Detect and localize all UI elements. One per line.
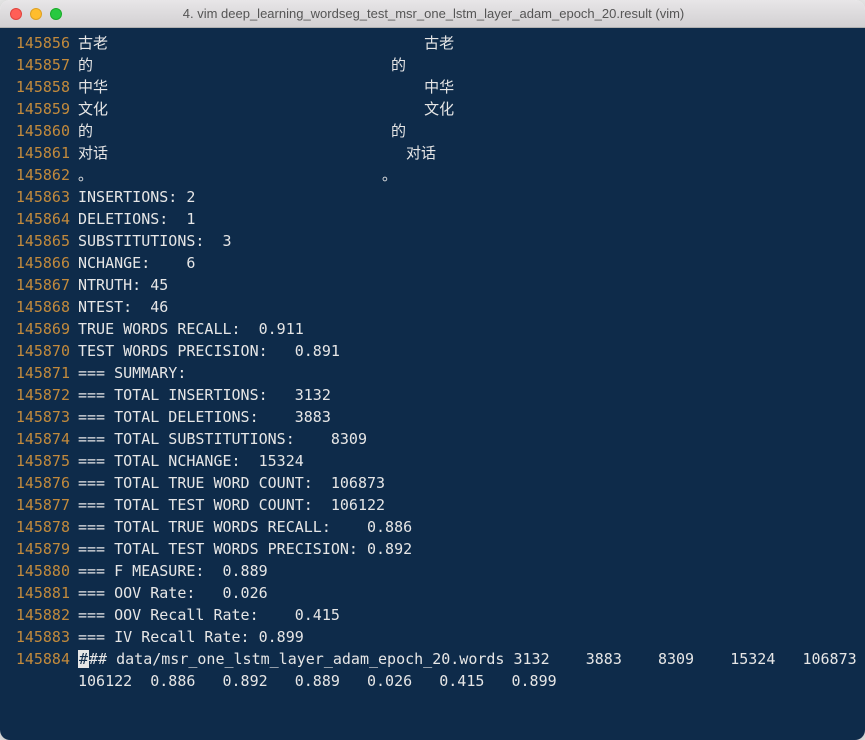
line-content: NCHANGE: 6 [78, 252, 857, 274]
line-number: 145859 [8, 98, 70, 120]
terminal-row: 145868 NTEST: 46 [8, 296, 857, 318]
terminal-row: 145874 === TOTAL SUBSTITUTIONS: 8309 [8, 428, 857, 450]
line-text: ## data/msr_one_lstm_layer_adam_epoch_20… [78, 650, 865, 690]
terminal-row: 145859 文化 文化 [8, 98, 857, 120]
line-number: 145868 [8, 296, 70, 318]
line-content: === TOTAL TRUE WORD COUNT: 106873 [78, 472, 857, 494]
line-number: 145874 [8, 428, 70, 450]
line-content: SUBSTITUTIONS: 3 [78, 230, 857, 252]
terminal-row: 145869 TRUE WORDS RECALL: 0.911 [8, 318, 857, 340]
line-number: 145884 [8, 648, 70, 692]
line-content: NTEST: 46 [78, 296, 857, 318]
terminal-row: 145866 NCHANGE: 6 [8, 252, 857, 274]
terminal-row: 145867 NTRUTH: 45 [8, 274, 857, 296]
terminal-row: 145879 === TOTAL TEST WORDS PRECISION: 0.… [8, 538, 857, 560]
line-content: DELETIONS: 1 [78, 208, 857, 230]
line-number: 145860 [8, 120, 70, 142]
terminal-row: 145860 的 的 [8, 120, 857, 142]
terminal-row: 145862 。 。 [8, 164, 857, 186]
line-content: 中华 中华 [78, 76, 857, 98]
line-content: === SUMMARY: [78, 362, 857, 384]
terminal-row: 145872 === TOTAL INSERTIONS: 3132 [8, 384, 857, 406]
cursor: # [78, 650, 89, 668]
line-content: 的 的 [78, 120, 857, 142]
line-content: === OOV Recall Rate: 0.415 [78, 604, 857, 626]
line-content: ### data/msr_one_lstm_layer_adam_epoch_2… [78, 648, 857, 692]
terminal-row: 145857 的 的 [8, 54, 857, 76]
line-number: 145876 [8, 472, 70, 494]
terminal-row: 145881 === OOV Rate: 0.026 [8, 582, 857, 604]
line-content: === TOTAL TEST WORDS PRECISION: 0.892 [78, 538, 857, 560]
line-number: 145881 [8, 582, 70, 604]
terminal-row: 145873 === TOTAL DELETIONS: 3883 [8, 406, 857, 428]
line-number: 145862 [8, 164, 70, 186]
terminal-row: 145878 === TOTAL TRUE WORDS RECALL: 0.886 [8, 516, 857, 538]
line-number: 145857 [8, 54, 70, 76]
line-number: 145877 [8, 494, 70, 516]
line-number: 145863 [8, 186, 70, 208]
macos-window: 4. vim deep_learning_wordseg_test_msr_on… [0, 0, 865, 740]
line-number: 145883 [8, 626, 70, 648]
line-number: 145873 [8, 406, 70, 428]
line-content: 。 。 [78, 164, 857, 186]
line-number: 145858 [8, 76, 70, 98]
terminal-row: 145876 === TOTAL TRUE WORD COUNT: 106873 [8, 472, 857, 494]
terminal-row: 145884### data/msr_one_lstm_layer_adam_e… [8, 648, 857, 692]
terminal-row: 145880 === F MEASURE: 0.889 [8, 560, 857, 582]
terminal-viewport[interactable]: 145856 古老 古老 145857 的 的 145858 中华 中华 145859 文化 … [0, 28, 865, 740]
line-content: INSERTIONS: 2 [78, 186, 857, 208]
line-number: 145864 [8, 208, 70, 230]
terminal-row: 145863 INSERTIONS: 2 [8, 186, 857, 208]
terminal-row: 145870 TEST WORDS PRECISION: 0.891 [8, 340, 857, 362]
line-content: 古老 古老 [78, 32, 857, 54]
line-content: === F MEASURE: 0.889 [78, 560, 857, 582]
line-content: === TOTAL DELETIONS: 3883 [78, 406, 857, 428]
line-number: 145880 [8, 560, 70, 582]
line-number: 145879 [8, 538, 70, 560]
line-number: 145872 [8, 384, 70, 406]
window-title: 4. vim deep_learning_wordseg_test_msr_on… [12, 6, 855, 21]
line-content: NTRUTH: 45 [78, 274, 857, 296]
line-number: 145856 [8, 32, 70, 54]
line-number: 145861 [8, 142, 70, 164]
line-content: === TOTAL TEST WORD COUNT: 106122 [78, 494, 857, 516]
line-content: 的 的 [78, 54, 857, 76]
line-number: 145866 [8, 252, 70, 274]
line-content: === TOTAL SUBSTITUTIONS: 8309 [78, 428, 857, 450]
line-content: === TOTAL NCHANGE: 15324 [78, 450, 857, 472]
terminal-row: 145871 === SUMMARY: [8, 362, 857, 384]
line-number: 145870 [8, 340, 70, 362]
terminal-row: 145858 中华 中华 [8, 76, 857, 98]
line-content: === TOTAL INSERTIONS: 3132 [78, 384, 857, 406]
line-content: === OOV Rate: 0.026 [78, 582, 857, 604]
line-number: 145882 [8, 604, 70, 626]
window-titlebar[interactable]: 4. vim deep_learning_wordseg_test_msr_on… [0, 0, 865, 28]
terminal-row: 145865 SUBSTITUTIONS: 3 [8, 230, 857, 252]
line-content: TEST WORDS PRECISION: 0.891 [78, 340, 857, 362]
terminal-row: 145856 古老 古老 [8, 32, 857, 54]
line-content: TRUE WORDS RECALL: 0.911 [78, 318, 857, 340]
terminal-row: 145883 === IV Recall Rate: 0.899 [8, 626, 857, 648]
line-number: 145875 [8, 450, 70, 472]
line-number: 145867 [8, 274, 70, 296]
terminal-row: 145877 === TOTAL TEST WORD COUNT: 106122 [8, 494, 857, 516]
line-number: 145871 [8, 362, 70, 384]
line-number: 145878 [8, 516, 70, 538]
terminal-row: 145864 DELETIONS: 1 [8, 208, 857, 230]
line-content: 文化 文化 [78, 98, 857, 120]
line-number: 145869 [8, 318, 70, 340]
terminal-row: 145875 === TOTAL NCHANGE: 15324 [8, 450, 857, 472]
line-number: 145865 [8, 230, 70, 252]
line-content: 对话 对话 [78, 142, 857, 164]
line-content: === TOTAL TRUE WORDS RECALL: 0.886 [78, 516, 857, 538]
line-content: === IV Recall Rate: 0.899 [78, 626, 857, 648]
terminal-row: 145882 === OOV Recall Rate: 0.415 [8, 604, 857, 626]
terminal-row: 145861 对话 对话 [8, 142, 857, 164]
